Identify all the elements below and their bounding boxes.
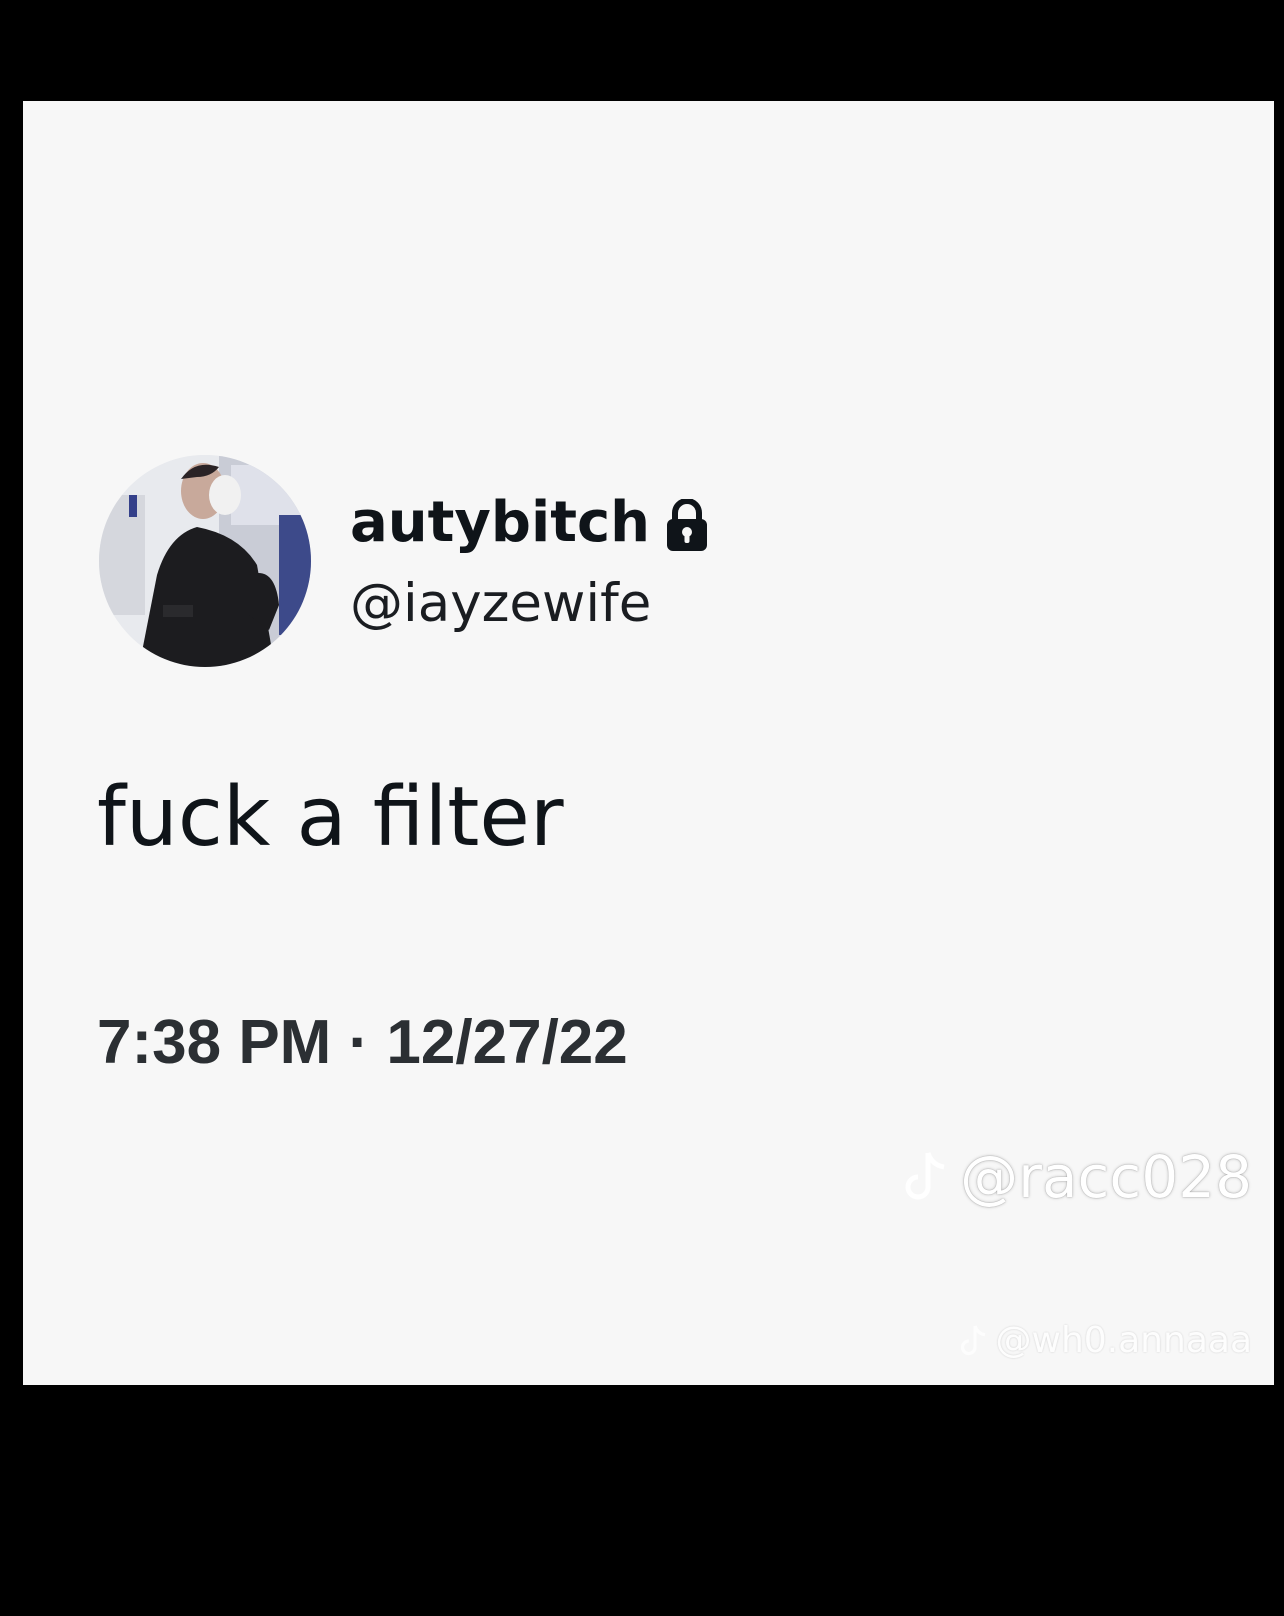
timestamp[interactable]: 7:38 PM · 12/27/22	[97, 1012, 628, 1074]
avatar-photo	[99, 455, 311, 667]
tweet-card: autybitch @iayzewife fuck a filter 7:38 …	[23, 101, 1274, 1385]
watermark-primary-text: @racc028	[960, 1143, 1252, 1211]
screen: autybitch @iayzewife fuck a filter 7:38 …	[0, 0, 1284, 1616]
watermark-primary: @racc028	[904, 1148, 1252, 1206]
tweet-text: fuck a filter	[97, 770, 564, 865]
avatar[interactable]	[99, 455, 311, 667]
display-name[interactable]: autybitch	[350, 495, 650, 551]
tiktok-icon	[905, 1152, 945, 1200]
lock-icon	[667, 499, 707, 551]
handle[interactable]: @iayzewife	[350, 577, 651, 630]
watermark-secondary: @wh0.annaaa	[960, 1323, 1252, 1359]
watermark-secondary-text: @wh0.annaaa	[995, 1320, 1252, 1361]
tiktok-icon	[960, 1325, 985, 1356]
